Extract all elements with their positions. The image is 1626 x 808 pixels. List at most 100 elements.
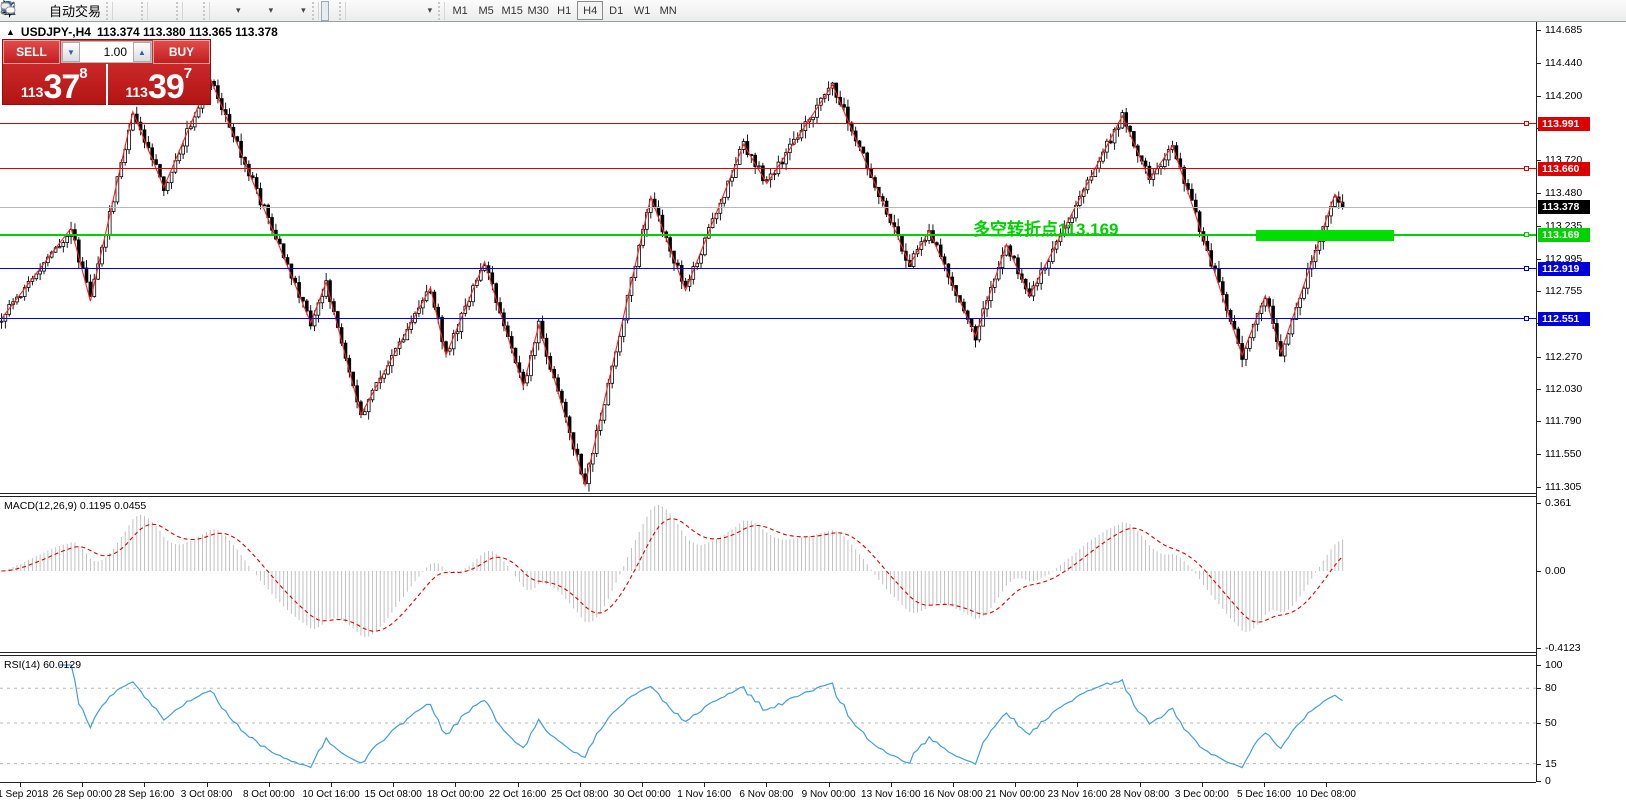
indicators-dropdown[interactable]: ▾ [236,5,241,16]
time-tick-mark [144,783,145,787]
periods-dropdown[interactable]: ▾ [269,5,274,16]
rsi-panel[interactable]: RSI(14) 60.0129 [0,656,1536,782]
timeframe-m30[interactable]: M30 [525,1,551,20]
horizontal-line-112.551[interactable] [0,318,1536,319]
templates-icon [281,3,297,19]
timeframe-h4[interactable]: H4 [577,1,603,20]
candle [321,296,324,303]
timeframe-d1[interactable]: D1 [603,1,629,20]
arrows-dropdown[interactable]: ▾ [428,5,433,16]
templates-dropdown[interactable]: ▾ [301,5,306,16]
horizontal-line-icon[interactable] [356,1,364,21]
macd-canvas [0,497,1536,652]
buy-price-handle: 113 [125,85,148,99]
sell-button[interactable]: SELL [3,40,60,64]
turning-point-annotation[interactable]: 多空转折点113.169 [973,215,1119,240]
fibonacci-icon[interactable]: F [380,1,388,21]
time-label: 22 Oct 16:00 [489,789,546,800]
price-line-badge: 113.991 [1538,117,1590,131]
collapse-arrow-icon[interactable]: ▲ [6,27,15,37]
candle [0,321,3,322]
candle [251,176,254,178]
arrows-button[interactable]: ▾ [404,1,437,21]
indicators-button[interactable]: ▾ [212,1,245,21]
macd-tick-mark [1537,503,1541,504]
indicators-icon [216,3,232,19]
candlestick-chart-icon[interactable] [123,1,131,21]
price-line-badge: 112.551 [1538,312,1590,326]
macd-axis-label: -0.4123 [1545,642,1581,654]
chart-window: 多空转折点113.169 ▲ USDJPY-,H4 113.374 113.38… [0,22,1626,808]
chart-shift-icon[interactable] [193,1,201,21]
autotrading-button[interactable]: 自动交易 [27,1,104,21]
text-label-icon[interactable]: T [396,1,404,21]
cursor-icon[interactable] [321,1,329,21]
price-tick-label: 112.270 [1545,351,1582,363]
volume-value[interactable]: 1.00 [80,42,133,62]
horizontal-line-113.660[interactable] [0,168,1536,169]
volume-decrease-button[interactable]: ▼ [62,42,80,62]
candle [1249,338,1252,349]
timeframe-h1[interactable]: H1 [551,1,577,20]
arrows-icon [408,3,424,19]
bar-chart-icon[interactable] [115,1,123,21]
toolbar-separator [176,2,183,20]
time-tick-mark [82,783,83,787]
time-label: 25 Oct 08:00 [551,789,608,800]
hline-anchor-marker[interactable] [1524,266,1529,271]
bid-price-line [0,207,1536,208]
zoom-out-icon[interactable] [158,1,166,21]
vertical-line-icon[interactable] [348,1,356,21]
equidistant-channel-icon[interactable]: E [372,1,380,21]
buy-button[interactable]: BUY [153,40,210,64]
hline-anchor-marker[interactable] [1524,121,1529,126]
time-tick-mark [393,783,394,787]
tile-windows-icon[interactable] [166,1,174,21]
hline-anchor-marker[interactable] [1524,232,1529,237]
buy-price[interactable]: 113 39 7 [108,64,211,105]
time-axis[interactable]: 21 Sep 201826 Sep 00:0028 Sep 16:003 Oct… [0,782,1536,808]
price-tick-mark [1537,259,1541,260]
rsi-tick-mark [1537,665,1541,666]
candle [758,166,761,167]
time-label: 30 Oct 00:00 [613,789,670,800]
candle [363,412,366,415]
candle [193,117,196,127]
horizontal-line-112.919[interactable] [0,268,1536,269]
zoom-in-icon[interactable] [150,1,158,21]
macd-panel[interactable]: MACD(12,26,9) 0.1195 0.0455 [0,497,1536,652]
gold-cube-icon[interactable] [19,1,27,21]
price-axis[interactable]: 114.685114.440114.200113.960113.720113.4… [1536,22,1626,782]
sell-price[interactable]: 113 37 8 [3,64,108,105]
candle [1013,256,1016,258]
main-chart-panel[interactable]: 多空转折点113.169 ▲ USDJPY-,H4 113.374 113.38… [0,22,1536,493]
candle [684,281,687,286]
timeframe-w1[interactable]: W1 [629,1,655,20]
timeframe-mn[interactable]: MN [655,1,681,20]
timeframe-m5[interactable]: M5 [473,1,499,20]
time-label: 5 Dec 16:00 [1237,789,1291,800]
macd-label: MACD(12,26,9) 0.1195 0.0455 [4,500,146,512]
hline-anchor-marker[interactable] [1524,166,1529,171]
timeframe-m1[interactable]: M1 [447,1,473,20]
hline-anchor-marker[interactable] [1524,316,1529,321]
text-icon[interactable]: A [388,1,396,21]
buy-price-big: 39 [148,73,184,102]
line-chart-icon[interactable] [131,1,139,21]
time-label: 26 Sep 00:00 [52,789,112,800]
price-tick-label: 114.440 [1545,57,1582,69]
timeframe-m15[interactable]: M15 [499,1,525,20]
candle [1163,160,1166,167]
trendline-icon[interactable] [364,1,372,21]
horizontal-line-113.991[interactable] [0,123,1536,124]
time-label: 23 Nov 16:00 [1048,789,1108,800]
price-line-badge: 113.169 [1538,228,1590,242]
templates-button[interactable]: ▾ [277,1,310,21]
auto-scroll-icon[interactable] [185,1,193,21]
green-zone-rect[interactable] [1256,230,1394,241]
periods-button[interactable]: ▾ [245,1,278,21]
candle [1287,334,1290,344]
volume-increase-button[interactable]: ▲ [133,42,151,62]
candle [731,177,734,181]
crosshair-icon[interactable] [329,1,337,21]
